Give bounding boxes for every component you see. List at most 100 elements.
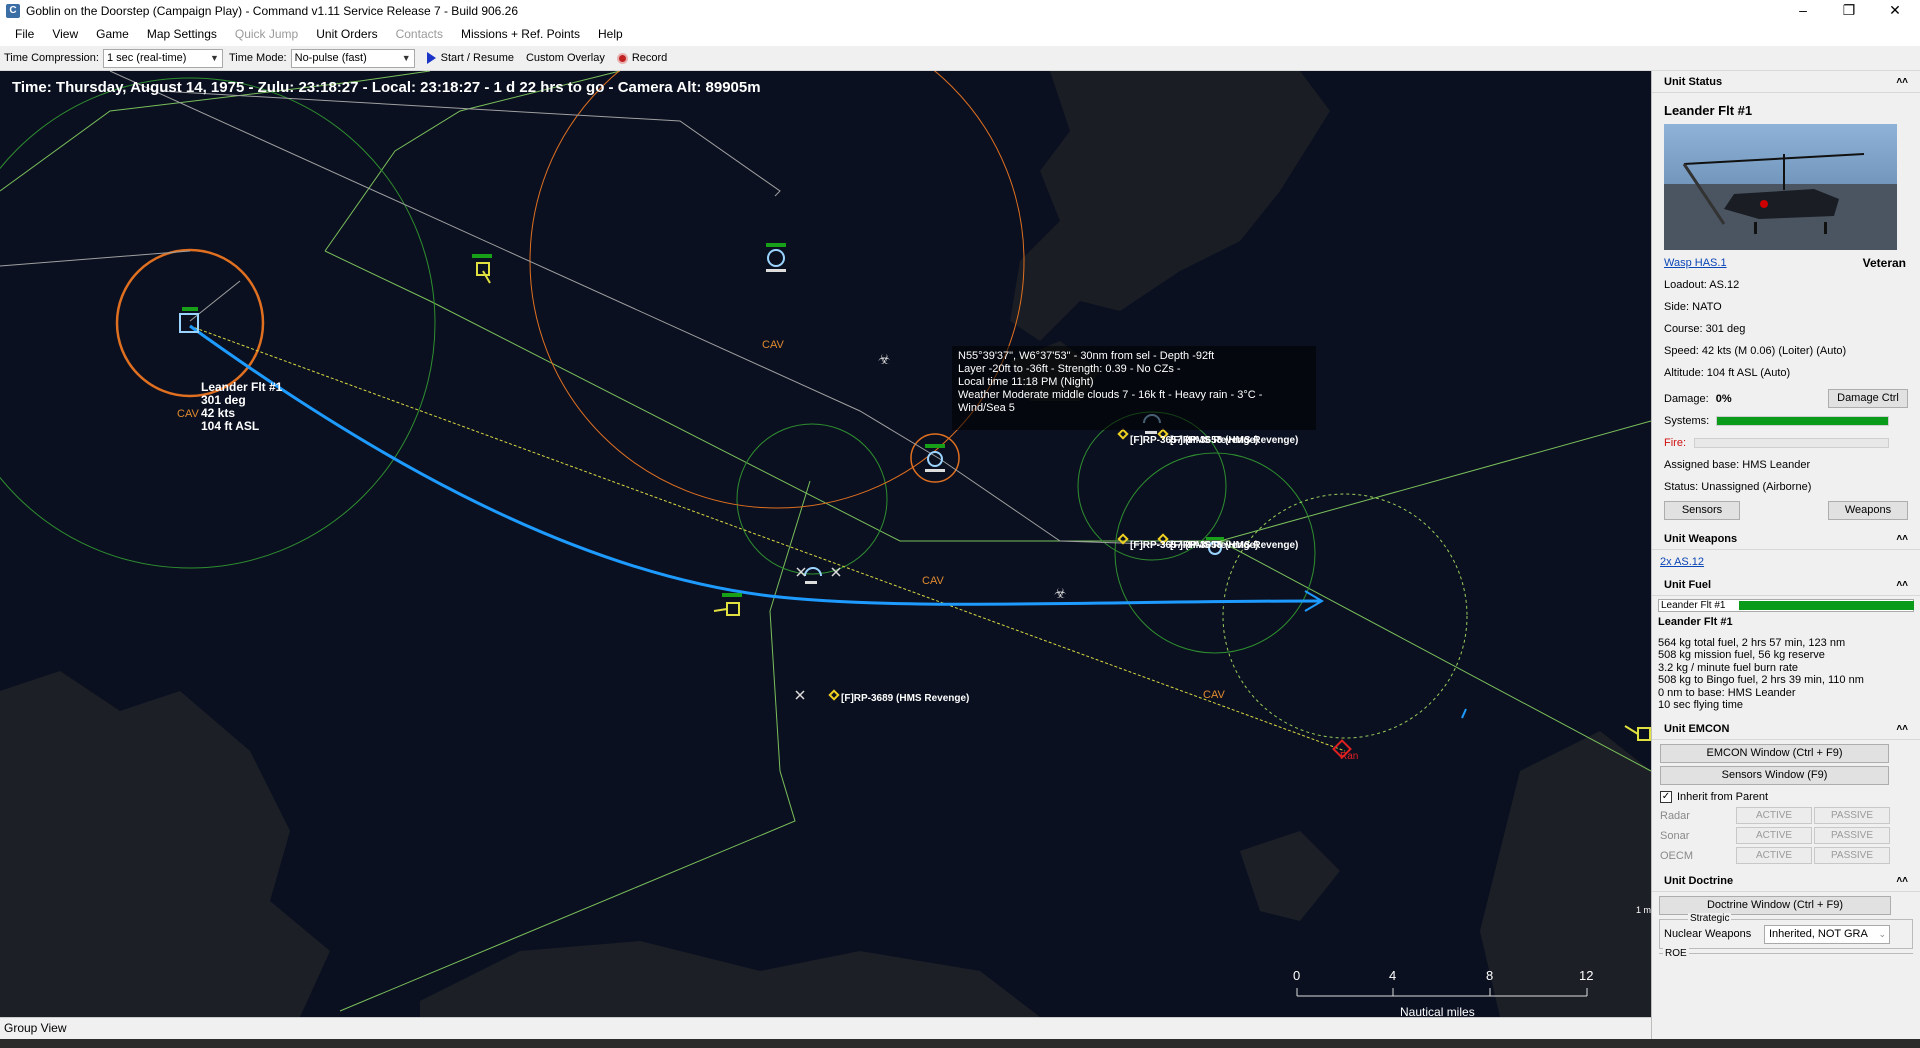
play-icon [426,52,436,64]
fuel-bar-track [1739,601,1914,610]
unit-status-title: Unit Status [1664,76,1723,88]
minimize-icon[interactable]: – [1780,0,1826,22]
title-bar: C Goblin on the Doorstep (Campaign Play)… [0,0,1920,22]
systems-label: Systems: [1664,415,1710,427]
weapons-button[interactable]: Weapons [1828,501,1908,520]
damage-ctrl-button[interactable]: Damage Ctrl [1828,389,1908,408]
unit-info-panel: Unit Status ˄˄ Leander Flt #1 Wasp HAS.1… [1651,71,1920,1039]
fuel-bar: Leander Flt #1 [1658,599,1914,612]
nuclear-weapons-select[interactable]: Inherited, NOT GRA ⌄ [1764,924,1890,944]
sonar-passive-button[interactable]: PASSIVE [1814,827,1890,844]
unit-emcon-header[interactable]: Unit EMCON ˄˄ [1652,718,1920,740]
sensors-window-button[interactable]: Sensors Window (F9) [1660,765,1889,785]
facility-marker [713,593,742,616]
roe-group: ROE [1659,947,1913,965]
start-resume-button[interactable]: Start / Resume [421,48,520,69]
taskbar-strip [0,1039,1920,1048]
roe-label: ROE [1663,947,1689,959]
emcon-window-button[interactable]: EMCON Window (Ctrl + F9) [1660,743,1889,763]
hover-line: N55°39'37", W6°37'53" - 30nm from sel - … [958,350,1215,362]
zone-boundary [339,480,811,1012]
record-button[interactable]: Record [611,48,673,69]
collapse-icon[interactable]: ˄˄ [1896,870,1908,892]
menu-game[interactable]: Game [87,22,138,46]
collapse-icon[interactable]: ˄˄ [1896,718,1908,740]
custom-overlay-button[interactable]: Custom Overlay [520,48,611,69]
landmass-southeast [1240,831,1340,921]
assigned-base-text: Assigned base: HMS Leander [1664,459,1811,471]
target-label: Ran [1340,751,1359,762]
hover-line: Layer -20ft to -36ft - Strength: 0.39 - … [958,363,1181,375]
unit-doctrine-header[interactable]: Unit Doctrine ˄˄ [1652,870,1920,892]
unit-name: Leander Flt #1 [1664,103,1753,118]
unit-weapons-title: Unit Weapons [1664,533,1738,545]
collapse-icon[interactable]: ˄˄ [1896,574,1908,596]
close-icon[interactable]: ✕ [1872,0,1918,22]
menu-bar: File View Game Map Settings Quick Jump U… [0,22,1920,46]
range-ring [115,248,265,398]
menu-contacts[interactable]: Contacts [387,22,452,46]
time-compression-select[interactable]: 1 sec (real-time) ▼ [102,48,223,68]
menu-view[interactable]: View [43,22,87,46]
fuel-unit-title: Leander Flt #1 [1658,616,1733,628]
unit-status-header[interactable]: Unit Status ˄˄ [1652,71,1920,93]
collapse-icon[interactable]: ˄˄ [1896,528,1908,550]
sensor-ring [0,77,436,569]
selected-unit-label: Leander Flt #1 301 deg 42 kts 104 ft ASL [201,381,282,433]
unit-photo [1664,124,1897,250]
unit-path [159,90,781,197]
map-canvas[interactable]: ☣ ☣ [0,71,1651,1017]
menu-help[interactable]: Help [589,22,632,46]
time-mode-select[interactable]: No-pulse (fast) ▼ [290,48,415,68]
aircraft-type-link[interactable]: Wasp HAS.1 [1664,257,1727,269]
weapon-link[interactable]: 2x AS.12 [1660,556,1704,568]
record-label: Record [631,52,668,64]
unit-tag: CAV [762,339,784,351]
time-mode-label: Time Mode: [228,52,287,64]
oecm-active-button[interactable]: ACTIVE [1736,847,1812,864]
unit-fuel-header[interactable]: Unit Fuel ˄˄ [1652,574,1920,596]
start-resume-label: Start / Resume [440,52,514,64]
unit-tag: CAV [177,408,199,420]
record-icon [616,52,628,64]
radar-passive-button[interactable]: PASSIVE [1814,807,1890,824]
sonar-active-button[interactable]: ACTIVE [1736,827,1812,844]
unit-path [0,250,191,267]
time-mode-value: No-pulse (fast) [294,51,367,64]
oecm-passive-button[interactable]: PASSIVE [1814,847,1890,864]
sensors-button[interactable]: Sensors [1664,501,1740,520]
toolbar: Time Compression: 1 sec (real-time) ▼ Ti… [0,46,1920,71]
menu-unit-orders[interactable]: Unit Orders [307,22,386,46]
tactical-map[interactable]: ☣ ☣ Time: Thursday, August 14, 1975 - Zu… [0,71,1651,1017]
emcon-row-radar: Radar ACTIVE PASSIVE [1660,806,1912,826]
radar-active-button[interactable]: ACTIVE [1736,807,1812,824]
unit-doctrine-section: Doctrine Window (Ctrl + F9) Strategic Nu… [1652,892,1920,969]
chevron-down-icon: ▼ [401,52,411,63]
range-ring [529,71,1025,509]
reference-point-label: [F]RP-3689 (HMS Revenge) [841,693,970,704]
chevron-down-icon: ▼ [210,52,219,63]
status-text: Group View [4,1021,67,1035]
course-text: Course: 301 deg [1664,323,1746,335]
altitude-text: Altitude: 104 ft ASL (Auto) [1664,367,1791,379]
landmass-southwest [0,671,330,1017]
emcon-row-oecm: OECM ACTIVE PASSIVE [1660,846,1912,866]
strategic-group-label: Strategic [1688,912,1732,924]
hover-line: Local time 11:18 PM (Night) [958,376,1094,388]
menu-map-settings[interactable]: Map Settings [138,22,226,46]
menu-missions[interactable]: Missions + Ref. Points [452,22,589,46]
submarine-marker [804,567,822,584]
svg-text:☣: ☣ [878,352,891,368]
unit-doctrine-title: Unit Doctrine [1664,874,1734,887]
menu-file[interactable]: File [6,22,43,46]
time-compression-value: 1 sec (real-time) [106,51,187,64]
chevron-down-icon: ⌄ [1878,928,1886,939]
menu-quick-jump[interactable]: Quick Jump [226,22,307,46]
inherit-checkbox[interactable]: ✓ [1660,790,1672,803]
restore-icon[interactable]: ❐ [1826,0,1872,22]
side-text: Side: NATO [1664,301,1722,313]
collapse-icon[interactable]: ˄˄ [1896,71,1908,93]
unit-weapons-header[interactable]: Unit Weapons ˄˄ [1652,528,1920,550]
time-compression-label: Time Compression: [4,52,99,64]
status-bar: Group View [0,1017,1651,1039]
